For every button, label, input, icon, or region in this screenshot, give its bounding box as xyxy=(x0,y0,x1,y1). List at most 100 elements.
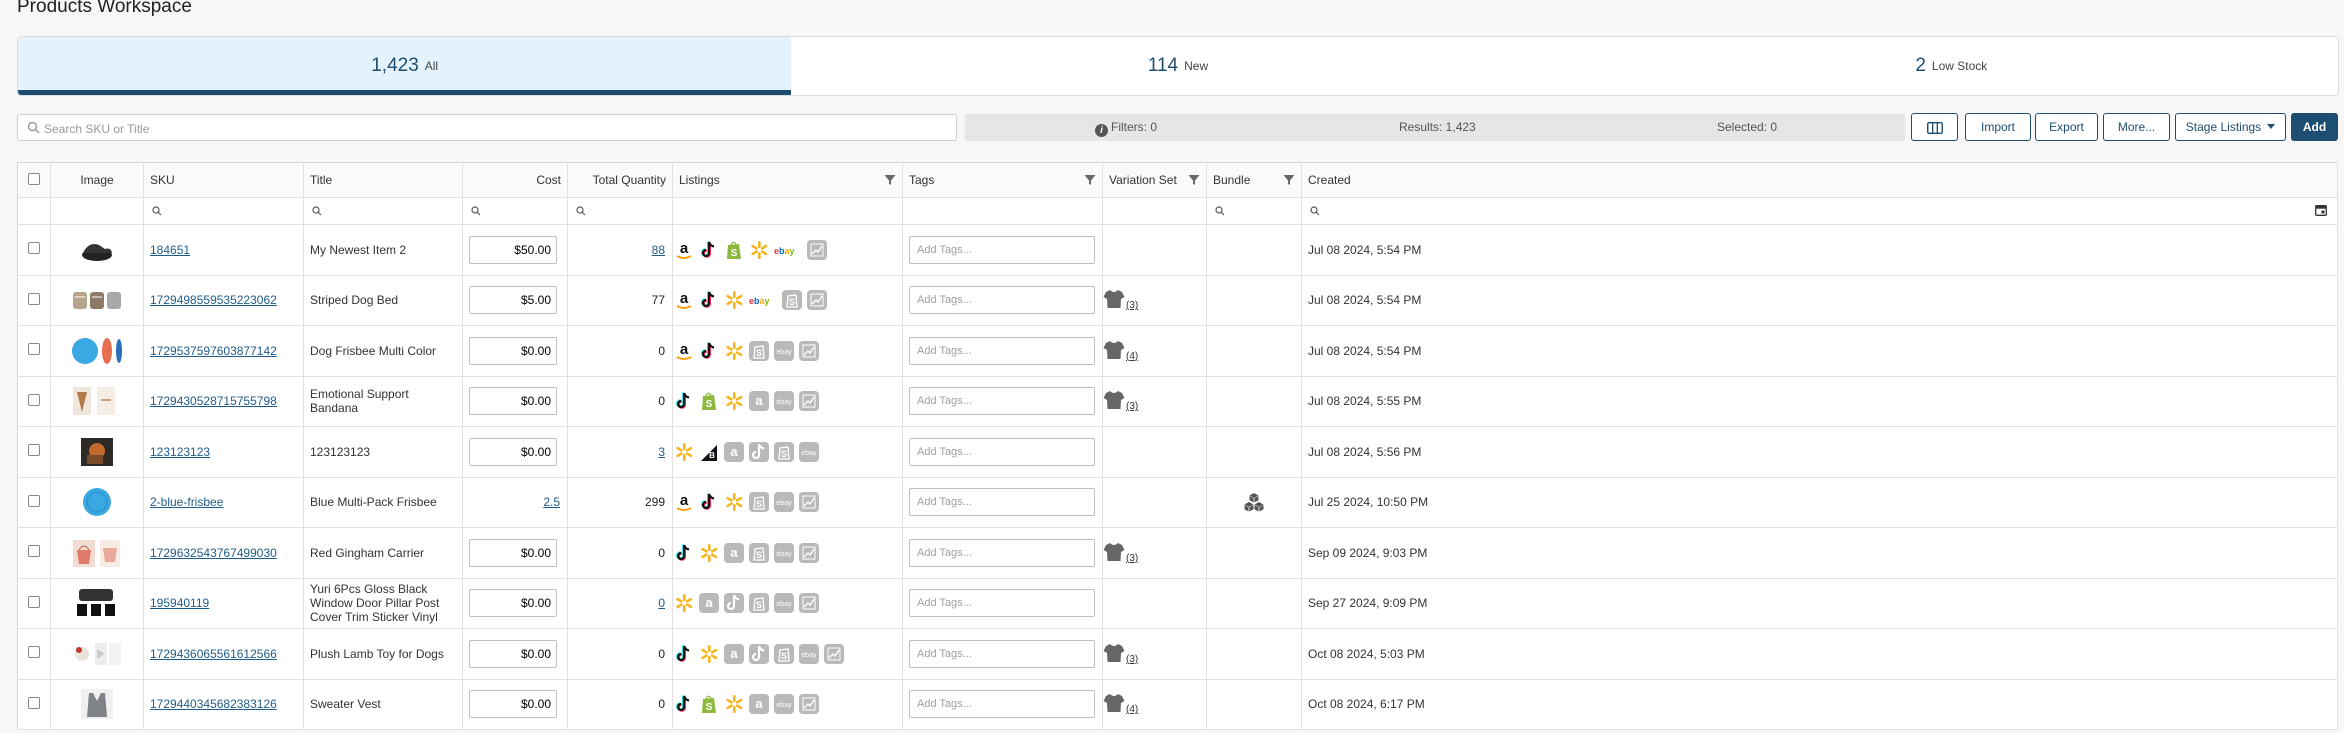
cost-filter[interactable] xyxy=(462,197,568,225)
row-checkbox[interactable] xyxy=(17,679,51,730)
cost-input[interactable] xyxy=(469,538,557,567)
tiktok-listing-icon[interactable] xyxy=(673,542,695,564)
generic-listing-icon[interactable] xyxy=(798,542,820,564)
column-header-bundle[interactable]: Bundle xyxy=(1206,162,1302,198)
variation-count[interactable]: (3) xyxy=(1126,300,1138,311)
shopify-listing-icon[interactable]: S xyxy=(748,542,770,564)
table-row[interactable]: 195940119 Yuri 6Pcs Gloss Black Window Do… xyxy=(17,578,2338,629)
shopify-listing-icon[interactable]: S xyxy=(773,643,795,665)
stage-listings-button[interactable]: Stage Listings xyxy=(2175,113,2286,141)
sku-link[interactable]: 1729430528715755798 xyxy=(144,394,277,408)
row-checkbox[interactable] xyxy=(17,426,51,478)
shopify-listing-icon[interactable]: S xyxy=(748,340,770,362)
amazon-listing-icon[interactable]: a xyxy=(673,491,695,513)
tags-input[interactable] xyxy=(909,286,1095,315)
shopify-listing-icon[interactable]: S xyxy=(781,289,803,311)
table-row[interactable]: 1729436065561612566 Plush Lamb Toy for Do… xyxy=(17,628,2338,680)
more-button[interactable]: More... xyxy=(2103,113,2170,141)
cost-input[interactable] xyxy=(469,437,557,466)
generic-listing-icon[interactable] xyxy=(798,592,820,614)
tiktok-listing-icon[interactable] xyxy=(698,239,720,261)
row-checkbox[interactable] xyxy=(17,376,51,427)
tags-input[interactable] xyxy=(909,437,1095,466)
summary-tab-all[interactable]: 1,423 All xyxy=(18,37,792,95)
row-checkbox[interactable] xyxy=(17,628,51,680)
cost-input[interactable] xyxy=(469,690,557,719)
tiktok-listing-icon[interactable] xyxy=(748,441,770,463)
quantity-value[interactable]: 0 xyxy=(568,596,672,610)
variation-count[interactable]: (4) xyxy=(1126,704,1138,715)
sku-link[interactable]: 123123123 xyxy=(144,445,210,459)
column-header-created[interactable]: Created xyxy=(1301,162,2338,198)
shopify-listing-icon[interactable]: S xyxy=(698,390,720,412)
walmart-listing-icon[interactable] xyxy=(698,542,720,564)
summary-tab-low-stock[interactable]: 2 Low Stock xyxy=(1565,37,2338,95)
sku-link[interactable]: 2-blue-frisbee xyxy=(144,495,223,509)
filters-count[interactable]: i Filters: 0 xyxy=(1095,120,1157,137)
generic-listing-icon[interactable] xyxy=(798,340,820,362)
amazon-listing-icon[interactable]: a xyxy=(748,390,770,412)
select-all-checkbox[interactable] xyxy=(17,162,51,198)
tiktok-listing-icon[interactable] xyxy=(748,643,770,665)
created-filter[interactable] xyxy=(1301,197,2338,225)
tiktok-listing-icon[interactable] xyxy=(698,340,720,362)
generic-listing-icon[interactable] xyxy=(806,289,828,311)
tags-input[interactable] xyxy=(909,387,1095,416)
row-checkbox[interactable] xyxy=(17,224,51,276)
sku-link[interactable]: 184651 xyxy=(144,243,190,257)
sku-link[interactable]: 1729498559535223062 xyxy=(144,293,277,307)
column-header-title[interactable]: Title xyxy=(303,162,463,198)
walmart-listing-icon[interactable] xyxy=(723,491,745,513)
tags-input[interactable] xyxy=(909,538,1095,567)
row-checkbox[interactable] xyxy=(17,527,51,579)
ebay-listing-icon[interactable]: ebay xyxy=(773,542,795,564)
calendar-icon[interactable] xyxy=(2315,204,2327,216)
generic-listing-icon[interactable] xyxy=(798,491,820,513)
ebay-listing-icon[interactable]: ebay xyxy=(748,289,778,311)
shopify-listing-icon[interactable]: S xyxy=(748,592,770,614)
tiktok-listing-icon[interactable] xyxy=(673,390,695,412)
column-header-listings[interactable]: Listings xyxy=(672,162,903,198)
tags-input[interactable] xyxy=(909,639,1095,668)
cost-input[interactable] xyxy=(469,235,557,264)
columns-button[interactable] xyxy=(1911,113,1958,141)
cost-input[interactable] xyxy=(469,286,557,315)
amazon-listing-icon[interactable]: a xyxy=(673,340,695,362)
add-button[interactable]: Add xyxy=(2291,113,2338,141)
cost-input[interactable] xyxy=(469,589,557,618)
amazon-listing-icon[interactable]: a xyxy=(723,643,745,665)
ebay-listing-icon[interactable]: ebay xyxy=(773,693,795,715)
import-button[interactable]: Import xyxy=(1965,113,2031,141)
table-row[interactable]: 1729632543767499030Red Gingham Carrier0a… xyxy=(17,527,2338,579)
walmart-listing-icon[interactable] xyxy=(723,340,745,362)
tags-input[interactable] xyxy=(909,488,1095,517)
shopify-listing-icon[interactable]: S xyxy=(748,491,770,513)
cost-link[interactable]: 2.5 xyxy=(463,495,567,509)
table-row[interactable]: 184651 My Newest Item 2 88 a Sebay Jul 08 202… xyxy=(17,224,2338,276)
generic-listing-icon[interactable] xyxy=(823,643,845,665)
walmart-listing-icon[interactable] xyxy=(723,390,745,412)
walmart-listing-icon[interactable] xyxy=(723,693,745,715)
quantity-filter[interactable] xyxy=(567,197,673,225)
sku-filter[interactable] xyxy=(143,197,304,225)
walmart-listing-icon[interactable] xyxy=(673,441,695,463)
variation-count[interactable]: (4) xyxy=(1126,351,1138,362)
ebay-listing-icon[interactable]: ebay xyxy=(773,592,795,614)
filter-icon[interactable] xyxy=(884,174,896,186)
row-checkbox[interactable] xyxy=(17,275,51,326)
variation-count[interactable]: (3) xyxy=(1126,553,1138,564)
filter-icon[interactable] xyxy=(1283,174,1295,186)
bundle-filter[interactable] xyxy=(1206,197,1302,225)
tiktok-listing-icon[interactable] xyxy=(673,693,695,715)
column-header-quantity[interactable]: Total Quantity xyxy=(567,162,673,198)
export-button[interactable]: Export xyxy=(2035,113,2098,141)
generic-listing-icon[interactable] xyxy=(798,693,820,715)
variation-count[interactable]: (3) xyxy=(1126,401,1138,412)
filter-icon[interactable] xyxy=(1188,174,1200,186)
shopify-listing-icon[interactable]: S xyxy=(723,239,745,261)
walmart-listing-icon[interactable] xyxy=(748,239,770,261)
search-input[interactable] xyxy=(42,117,946,140)
row-checkbox[interactable] xyxy=(17,477,51,528)
cost-input[interactable] xyxy=(469,387,557,416)
quantity-value[interactable]: 88 xyxy=(568,243,672,257)
